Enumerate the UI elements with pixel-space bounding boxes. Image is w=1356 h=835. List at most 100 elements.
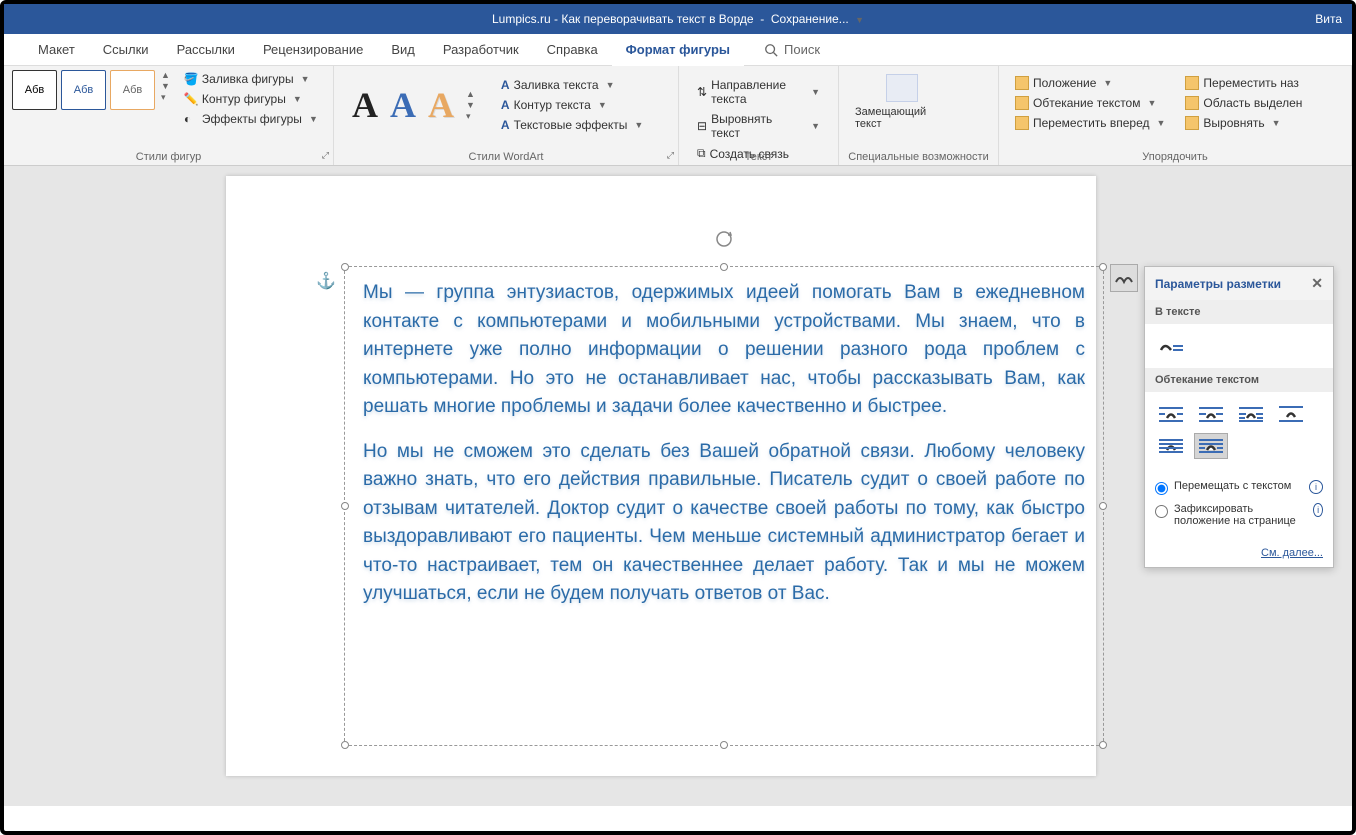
- wrap-section-header: Обтекание текстом: [1145, 368, 1333, 392]
- shape-style-preset-2[interactable]: Абв: [61, 70, 106, 110]
- send-backward-button[interactable]: Переместить наз: [1181, 74, 1306, 92]
- group-label-arrange: Упорядочить: [999, 151, 1351, 163]
- resize-handle-tc[interactable]: [720, 263, 728, 271]
- shape-style-preset-3[interactable]: Абв: [110, 70, 155, 110]
- shape-outline-button[interactable]: ✏️Контур фигуры▼: [180, 90, 322, 108]
- resize-handle-mr[interactable]: [1099, 502, 1107, 510]
- ribbon: Абв Абв Абв ▲ ▼ ▾ 🪣Заливка фигуры▼ ✏️Кон…: [4, 66, 1352, 166]
- tab-mailings[interactable]: Рассылки: [163, 34, 249, 66]
- tab-layout[interactable]: Макет: [24, 34, 89, 66]
- workspace: ⚓ Мы — группа энтузиастов, одержимых иде…: [4, 166, 1352, 806]
- search-icon: [764, 43, 778, 57]
- group-arrange: Положение▼ Обтекание текстом▼ Переместит…: [999, 66, 1352, 165]
- text-effects-icon: A: [501, 118, 510, 132]
- wa-gallery-more-icon[interactable]: ▾: [466, 111, 475, 122]
- radio-fix-position[interactable]: Зафиксировать положение на страницеi: [1155, 499, 1323, 531]
- anchor-icon[interactable]: ⚓: [316, 271, 336, 291]
- text-box-content[interactable]: Мы — группа энтузиастов, одержимых идеей…: [345, 267, 1103, 637]
- send-backward-icon: [1185, 76, 1199, 90]
- title-text: Lumpics.ru - Как переворачивать текст в …: [492, 12, 864, 26]
- gallery-more-icon[interactable]: ▾: [161, 92, 170, 103]
- paragraph-2: Но мы не сможем это сделать без Вашей об…: [363, 438, 1085, 609]
- wa-gallery-up-icon[interactable]: ▲: [466, 89, 475, 99]
- text-effects-button[interactable]: AТекстовые эффекты▼: [497, 116, 647, 134]
- tab-shape-format[interactable]: Формат фигуры: [612, 34, 744, 66]
- resize-handle-bc[interactable]: [720, 741, 728, 749]
- info-icon[interactable]: i: [1313, 503, 1323, 517]
- radio-move-with-text[interactable]: Перемещать с текстомi: [1155, 476, 1323, 499]
- search-box[interactable]: Поиск: [764, 42, 820, 57]
- info-icon[interactable]: i: [1309, 480, 1323, 494]
- paragraph-1: Мы — группа энтузиастов, одержимых идеей…: [363, 279, 1085, 422]
- ribbon-tabs: Макет Ссылки Рассылки Рецензирование Вид…: [4, 34, 1352, 66]
- group-label-wordart: Стили WordArt: [334, 151, 678, 163]
- see-more-link[interactable]: См. далее...: [1145, 539, 1333, 567]
- bring-forward-icon: [1015, 116, 1029, 130]
- text-fill-button[interactable]: AЗаливка текста▼: [497, 76, 647, 94]
- resize-handle-br[interactable]: [1099, 741, 1107, 749]
- shape-effects-button[interactable]: ◐Эффекты фигуры▼: [180, 110, 322, 128]
- align-objects-icon: [1185, 116, 1199, 130]
- text-box[interactable]: Мы — группа энтузиастов, одержимых идеей…: [344, 266, 1104, 746]
- wrap-infront[interactable]: [1195, 434, 1227, 458]
- group-text: ⇅Направление текста▼ ⊟Выровнять текст▼ ⧉…: [679, 66, 839, 165]
- wrap-text-button[interactable]: Обтекание текстом▼: [1011, 94, 1169, 112]
- selection-pane-icon: [1185, 96, 1199, 110]
- bring-forward-button[interactable]: Переместить вперед▼: [1011, 114, 1169, 132]
- gallery-down-icon[interactable]: ▼: [161, 81, 170, 91]
- position-button[interactable]: Положение▼: [1011, 74, 1169, 92]
- alt-text-button[interactable]: Замещающий текст: [847, 70, 957, 134]
- align-text-button[interactable]: ⊟Выровнять текст▼: [693, 110, 824, 142]
- document-page: ⚓ Мы — группа энтузиастов, одержимых иде…: [226, 176, 1096, 776]
- shape-fill-button[interactable]: 🪣Заливка фигуры▼: [180, 70, 322, 88]
- resize-handle-bl[interactable]: [341, 741, 349, 749]
- tab-developer[interactable]: Разработчик: [429, 34, 533, 66]
- tab-view[interactable]: Вид: [377, 34, 429, 66]
- close-icon[interactable]: ✕: [1311, 275, 1323, 292]
- group-label-text: Текст: [679, 151, 838, 163]
- wrap-top-bottom[interactable]: [1275, 402, 1307, 426]
- gallery-up-icon[interactable]: ▲: [161, 70, 170, 80]
- group-expand-wordart[interactable]: ⤢: [667, 150, 674, 161]
- wrap-through[interactable]: [1235, 402, 1267, 426]
- rotate-handle[interactable]: [714, 229, 734, 249]
- wa-gallery-down-icon[interactable]: ▼: [466, 100, 475, 110]
- group-accessibility: Замещающий текст Специальные возможности: [839, 66, 999, 165]
- pencil-icon: ✏️: [184, 92, 198, 106]
- group-label-shape-styles: Стили фигур: [4, 151, 333, 163]
- wordart-preset-2[interactable]: A: [390, 84, 416, 126]
- group-expand-shape-styles[interactable]: ⤢: [322, 150, 329, 161]
- bucket-icon: 🪣: [184, 72, 198, 86]
- layout-options-button[interactable]: [1110, 264, 1138, 292]
- layout-panel-header: Параметры разметки ✕: [1145, 267, 1333, 300]
- effects-icon: ◐: [184, 112, 198, 126]
- wrap-inline[interactable]: [1155, 334, 1187, 358]
- text-direction-button[interactable]: ⇅Направление текста▼: [693, 76, 824, 108]
- wrap-icon: [1015, 96, 1029, 110]
- tab-review[interactable]: Рецензирование: [249, 34, 377, 66]
- direction-icon: ⇅: [697, 85, 707, 99]
- inline-section-header: В тексте: [1145, 300, 1333, 324]
- resize-handle-tl[interactable]: [341, 263, 349, 271]
- wrap-behind[interactable]: [1155, 434, 1187, 458]
- text-fill-icon: A: [501, 78, 510, 92]
- tab-help[interactable]: Справка: [533, 34, 612, 66]
- user-name[interactable]: Вита: [1315, 12, 1342, 26]
- text-outline-icon: A: [501, 98, 510, 112]
- title-bar: Lumpics.ru - Как переворачивать текст в …: [4, 4, 1352, 34]
- layout-options-icon: [1114, 270, 1134, 286]
- wordart-preset-3[interactable]: A: [428, 84, 454, 126]
- tab-references[interactable]: Ссылки: [89, 34, 163, 66]
- align-button[interactable]: Выровнять▼: [1181, 114, 1306, 132]
- resize-handle-ml[interactable]: [341, 502, 349, 510]
- alt-text-icon: [886, 74, 918, 102]
- group-label-accessibility: Специальные возможности: [839, 151, 998, 163]
- wrap-tight[interactable]: [1195, 402, 1227, 426]
- shape-style-preset-1[interactable]: Абв: [12, 70, 57, 110]
- group-shape-styles: Абв Абв Абв ▲ ▼ ▾ 🪣Заливка фигуры▼ ✏️Кон…: [4, 66, 334, 165]
- wordart-preset-1[interactable]: A: [352, 84, 378, 126]
- selection-pane-button[interactable]: Область выделен: [1181, 94, 1306, 112]
- wrap-square[interactable]: [1155, 402, 1187, 426]
- resize-handle-tr[interactable]: [1099, 263, 1107, 271]
- text-outline-button[interactable]: AКонтур текста▼: [497, 96, 647, 114]
